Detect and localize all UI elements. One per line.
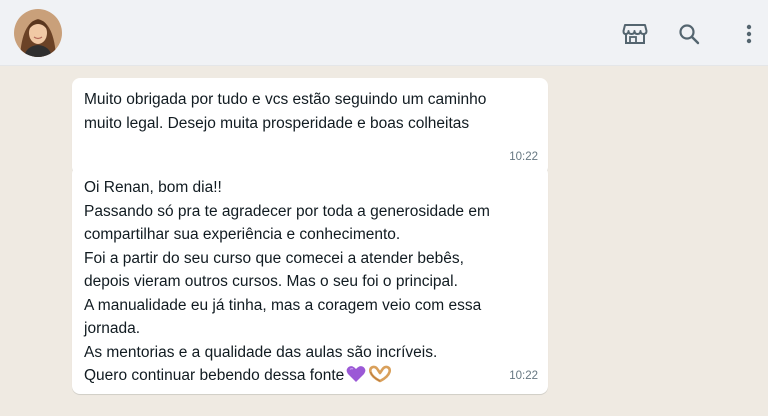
message-body: Oi Renan, bom dia!! Passando só pra te a… bbox=[84, 179, 490, 384]
avatar-photo-icon bbox=[14, 9, 62, 57]
search-icon[interactable] bbox=[675, 20, 703, 48]
whatsapp-chat-window: Muito obrigada por tudo e vcs estão segu… bbox=[0, 0, 768, 416]
message-text: Muito obrigada por tudo e vcs estão segu… bbox=[84, 91, 487, 132]
contact-avatar[interactable] bbox=[14, 9, 62, 57]
message-timestamp: 10:22 bbox=[509, 369, 538, 382]
incoming-message[interactable]: Oi Renan, bom dia!! Passando só pra te a… bbox=[72, 166, 548, 394]
storefront-icon[interactable] bbox=[621, 20, 649, 48]
purple-heart-icon bbox=[346, 365, 366, 391]
heart-hands-icon bbox=[368, 365, 392, 391]
kebab-menu-icon[interactable] bbox=[735, 20, 763, 48]
message-list[interactable]: Muito obrigada por tudo e vcs estão segu… bbox=[0, 66, 768, 416]
message-text: Oi Renan, bom dia!! Passando só pra te a… bbox=[84, 176, 536, 391]
incoming-message[interactable]: Muito obrigada por tudo e vcs estão segu… bbox=[72, 78, 548, 175]
chat-header bbox=[0, 0, 768, 66]
